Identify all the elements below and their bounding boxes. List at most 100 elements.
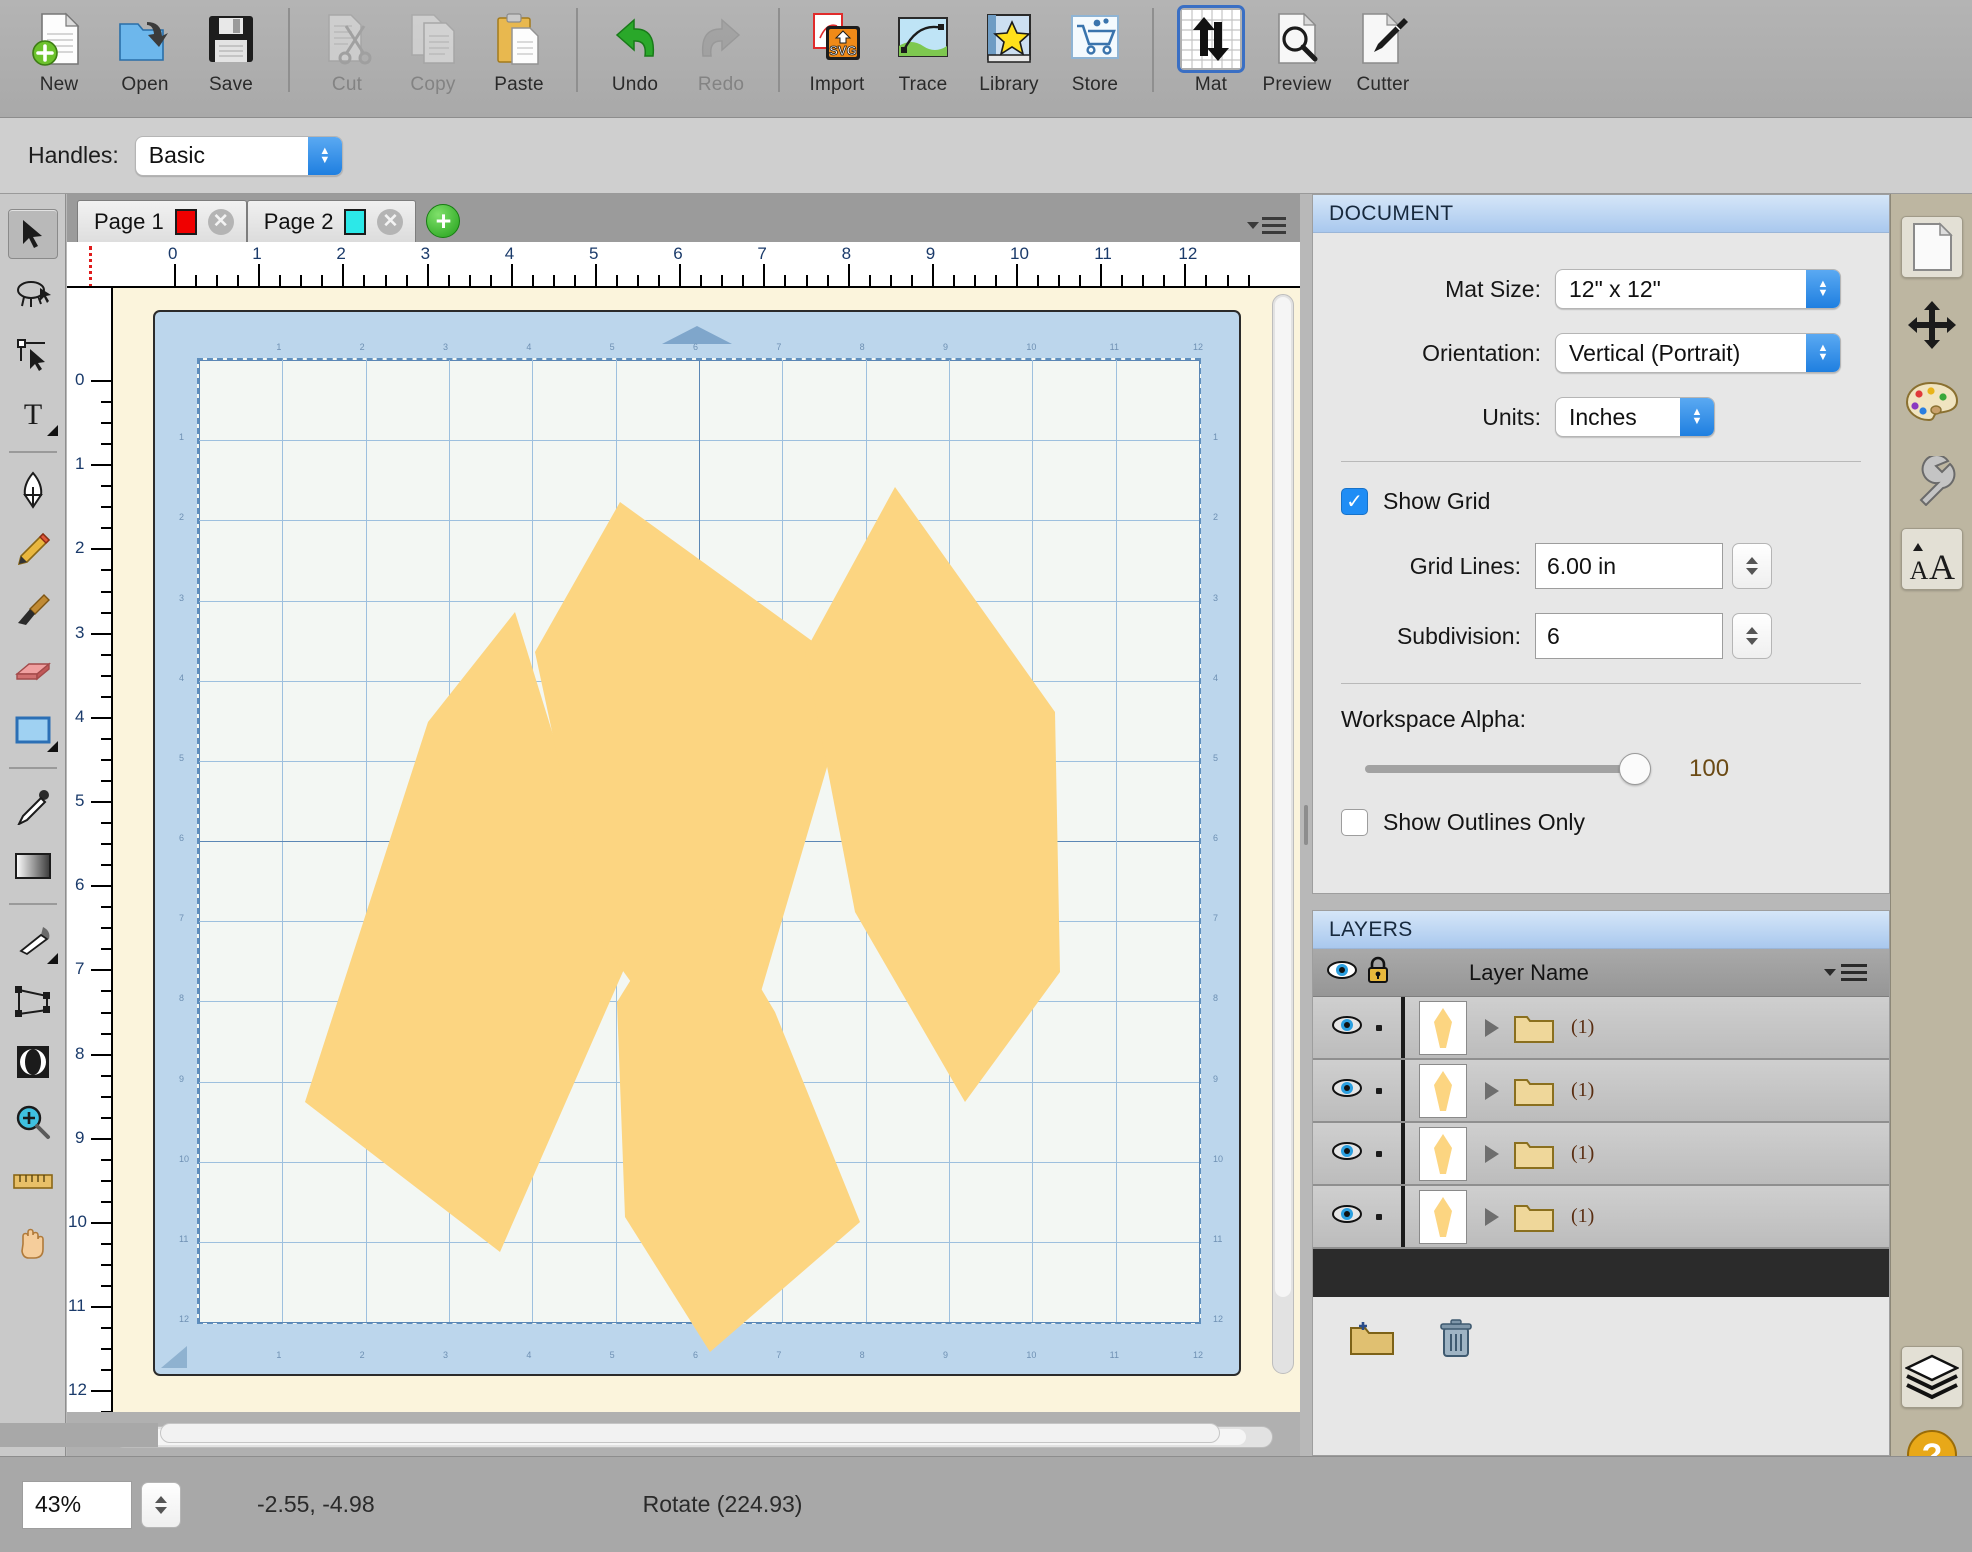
page-menu-button[interactable] bbox=[1247, 217, 1286, 234]
page-tab-1-color-swatch[interactable] bbox=[174, 208, 197, 235]
layer-lock-dot-icon[interactable] bbox=[1376, 1024, 1382, 1031]
layer-lock-dot-icon[interactable] bbox=[1376, 1213, 1382, 1220]
rail-button-tools[interactable] bbox=[1891, 442, 1972, 520]
layer-thumbnail[interactable] bbox=[1419, 1063, 1467, 1118]
tool-pen[interactable] bbox=[0, 460, 66, 520]
show-outlines-only-checkbox[interactable]: ✓ bbox=[1341, 809, 1368, 836]
tool-ruler-measure[interactable] bbox=[0, 1152, 66, 1212]
toolbar-button-preview[interactable]: Preview bbox=[1254, 0, 1340, 112]
tool-contrast[interactable] bbox=[0, 1032, 66, 1092]
layer-row[interactable]: (1) bbox=[1313, 1186, 1889, 1249]
eye-icon[interactable] bbox=[1332, 1078, 1362, 1103]
page-tab-1[interactable]: Page 1 ✕ bbox=[77, 200, 247, 242]
tool-perspective-warp[interactable] bbox=[0, 972, 66, 1032]
folder-icon[interactable] bbox=[1513, 1011, 1555, 1045]
subdivision-stepper[interactable] bbox=[1732, 613, 1772, 659]
tool-text[interactable]: T bbox=[0, 384, 66, 444]
grid-lines-input[interactable]: 6.00 in bbox=[1535, 543, 1723, 589]
tool-pan-hand[interactable] bbox=[0, 1212, 66, 1272]
page-tab-1-close-icon[interactable]: ✕ bbox=[207, 208, 234, 235]
tool-zoom[interactable] bbox=[0, 1092, 66, 1152]
zoom-stepper[interactable] bbox=[141, 1481, 181, 1528]
layer-visibility-cell[interactable] bbox=[1313, 1060, 1405, 1121]
layer-thumbnail[interactable] bbox=[1419, 1189, 1467, 1244]
mat-size-select[interactable]: 12" x 12" ▲ ▼ bbox=[1555, 269, 1841, 309]
cutting-mat[interactable]: 1 1 1 1 2 2 2 2 3 3 3 3 4 4 4 4 5 5 5 5 6 6 6 6 7 7 7 7 8 8 8 8 9 9 9 9 10 10… bbox=[153, 310, 1241, 1376]
show-grid-checkbox[interactable]: ✓ bbox=[1341, 488, 1368, 515]
bottom-scrollbar[interactable] bbox=[160, 1423, 1220, 1443]
toolbar-button-import[interactable]: SVG Import bbox=[794, 0, 880, 112]
layer-visibility-cell[interactable] bbox=[1313, 997, 1405, 1058]
layer-menu-icon[interactable] bbox=[1824, 964, 1867, 981]
new-layer-folder-icon[interactable] bbox=[1349, 1320, 1395, 1363]
page-tab-2-close-icon[interactable]: ✕ bbox=[377, 208, 404, 235]
toolbar-button-trace[interactable]: Trace bbox=[880, 0, 966, 112]
eye-icon[interactable] bbox=[1332, 1015, 1362, 1040]
page-tab-2[interactable]: Page 2 ✕ bbox=[246, 200, 417, 242]
folder-icon[interactable] bbox=[1513, 1074, 1555, 1108]
layer-visibility-cell[interactable] bbox=[1313, 1186, 1405, 1247]
artwork-shapes[interactable] bbox=[155, 312, 1243, 1378]
tool-select-arrow[interactable] bbox=[0, 204, 66, 264]
layer-disclosure-triangle-icon[interactable] bbox=[1485, 1144, 1499, 1163]
tool-rectangle-shape[interactable] bbox=[0, 700, 66, 760]
rail-button-fill[interactable] bbox=[1891, 364, 1972, 442]
toolbar-button-new[interactable]: New bbox=[16, 0, 102, 112]
show-outlines-row[interactable]: ✓ Show Outlines Only bbox=[1341, 809, 1861, 836]
layer-row[interactable]: (1) bbox=[1313, 1123, 1889, 1186]
toolbar-button-paste[interactable]: Paste bbox=[476, 0, 562, 112]
slider-knob[interactable] bbox=[1619, 753, 1651, 785]
layer-thumbnail[interactable] bbox=[1419, 1126, 1467, 1181]
trash-can-icon[interactable] bbox=[1439, 1318, 1473, 1364]
layer-disclosure-triangle-icon[interactable] bbox=[1485, 1081, 1499, 1100]
workspace-paper[interactable]: 1 1 1 1 2 2 2 2 3 3 3 3 4 4 4 4 5 5 5 5 6 6 6 6 7 7 7 7 8 8 8 8 9 9 9 9 10 10… bbox=[113, 288, 1300, 1412]
units-select[interactable]: Inches ▲ ▼ bbox=[1555, 397, 1715, 437]
layer-disclosure-triangle-icon[interactable] bbox=[1485, 1018, 1499, 1037]
workspace-alpha-slider[interactable] bbox=[1365, 753, 1651, 785]
toolbar-button-save[interactable]: Save bbox=[188, 0, 274, 112]
layer-row[interactable]: (1) bbox=[1313, 997, 1889, 1060]
layer-lock-dot-icon[interactable] bbox=[1376, 1087, 1382, 1094]
tool-eraser[interactable] bbox=[0, 640, 66, 700]
folder-icon[interactable] bbox=[1513, 1137, 1555, 1171]
tool-pencil[interactable] bbox=[0, 520, 66, 580]
toolbar-button-redo[interactable]: Redo bbox=[678, 0, 764, 112]
folder-icon[interactable] bbox=[1513, 1200, 1555, 1234]
toolbar-button-undo[interactable]: Undo bbox=[592, 0, 678, 112]
page-tab-2-color-swatch[interactable] bbox=[344, 208, 367, 235]
handles-select[interactable]: Basic ▲ ▼ bbox=[134, 135, 343, 176]
vertical-ruler[interactable]: 0 1 2 3 4 5 6 7 8 9 10 11 12 bbox=[67, 288, 113, 1412]
show-grid-row[interactable]: ✓ Show Grid bbox=[1341, 488, 1861, 515]
rail-button-document[interactable] bbox=[1891, 208, 1972, 286]
rail-button-position[interactable] bbox=[1891, 286, 1972, 364]
zoom-input[interactable]: 43% bbox=[22, 1480, 132, 1529]
toolbar-button-store[interactable]: Store bbox=[1052, 0, 1138, 112]
eye-icon[interactable] bbox=[1332, 1141, 1362, 1166]
tool-eyedropper[interactable] bbox=[0, 776, 66, 836]
lock-icon[interactable] bbox=[1365, 956, 1391, 990]
artwork-kite-4[interactable] bbox=[805, 487, 1060, 1102]
tool-lasso-select[interactable] bbox=[0, 264, 66, 324]
add-page-button[interactable]: + bbox=[426, 204, 461, 238]
layer-thumbnail[interactable] bbox=[1419, 1000, 1467, 1055]
toolbar-button-cut[interactable]: Cut bbox=[304, 0, 390, 112]
orientation-select[interactable]: Vertical (Portrait) ▲ ▼ bbox=[1555, 333, 1841, 373]
horizontal-ruler[interactable]: 0 1 2 3 4 5 6 7 8 9 10 11 12 bbox=[67, 242, 1300, 288]
subdivision-input[interactable]: 6 bbox=[1535, 613, 1723, 659]
tool-brush[interactable] bbox=[0, 580, 66, 640]
grid-lines-stepper[interactable] bbox=[1732, 543, 1772, 589]
tool-node-edit[interactable] bbox=[0, 324, 66, 384]
tool-gradient[interactable] bbox=[0, 836, 66, 896]
layer-visibility-cell[interactable] bbox=[1313, 1123, 1405, 1184]
tool-knife[interactable] bbox=[0, 912, 66, 972]
toolbar-button-library[interactable]: Library bbox=[966, 0, 1052, 112]
toolbar-button-mat[interactable]: Mat bbox=[1168, 0, 1254, 112]
eye-icon[interactable] bbox=[1332, 1204, 1362, 1229]
layer-row[interactable]: (1) bbox=[1313, 1060, 1889, 1123]
toolbar-button-cutter[interactable]: Cutter bbox=[1340, 0, 1426, 112]
toolbar-button-open[interactable]: Open bbox=[102, 0, 188, 112]
canvas-vertical-scrollbar[interactable] bbox=[1272, 294, 1294, 1374]
layer-disclosure-triangle-icon[interactable] bbox=[1485, 1207, 1499, 1226]
toolbar-button-copy[interactable]: Copy bbox=[390, 0, 476, 112]
eye-icon[interactable] bbox=[1327, 960, 1357, 986]
